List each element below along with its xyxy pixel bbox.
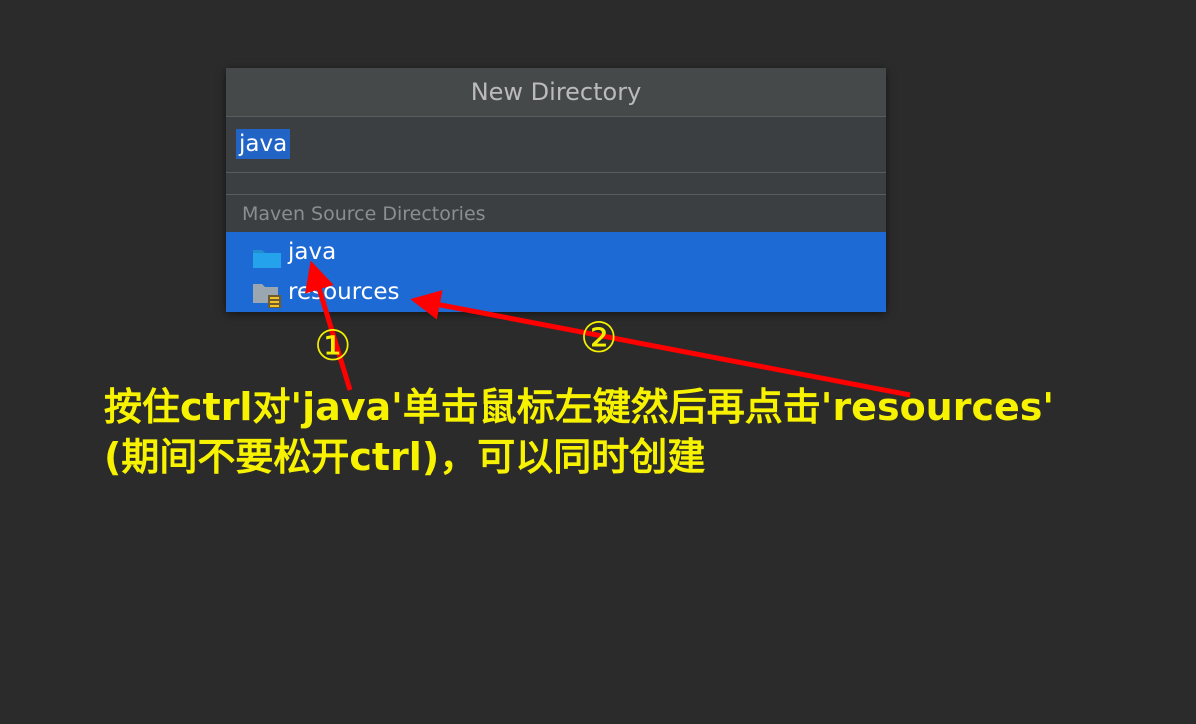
list-item-resources[interactable]: resources [226, 272, 886, 312]
step-marker-1: ① [314, 321, 352, 370]
list-item-label: java [288, 239, 337, 265]
suggestion-list: java resources [226, 232, 886, 312]
list-item-java[interactable]: java [226, 232, 886, 272]
screen: New Directory java Maven Source Director… [0, 0, 1196, 724]
instruction-text: 按住ctrl对'java'单击鼠标左键然后再点击'resources' (期间不… [104, 382, 1184, 482]
new-directory-dialog: New Directory java Maven Source Director… [226, 68, 886, 312]
step-marker-2: ② [580, 313, 618, 362]
section-header: Maven Source Directories [242, 203, 486, 225]
divider [226, 173, 886, 195]
directory-name-value[interactable]: java [236, 129, 291, 159]
dialog-title: New Directory [226, 68, 886, 117]
instruction-line-1: 按住ctrl对'java'单击鼠标左键然后再点击'resources' [104, 385, 1055, 429]
directory-name-input[interactable]: java [226, 117, 886, 173]
list-item-label: resources [288, 279, 400, 305]
resources-folder-icon [252, 282, 282, 308]
instruction-line-2: (期间不要松开ctrl)，可以同时创建 [104, 435, 706, 479]
folder-icon [252, 242, 282, 268]
